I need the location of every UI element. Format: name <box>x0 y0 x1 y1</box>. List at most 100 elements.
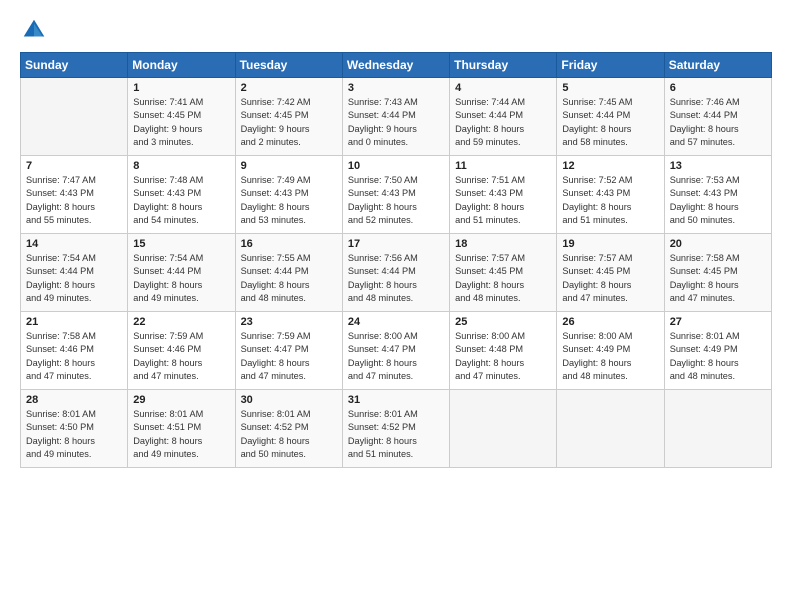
day-number: 12 <box>562 160 658 172</box>
col-header-wednesday: Wednesday <box>342 53 449 78</box>
cell-info: Sunrise: 7:48 AMSunset: 4:43 PMDaylight:… <box>133 174 229 227</box>
day-cell: 6Sunrise: 7:46 AMSunset: 4:44 PMDaylight… <box>664 78 771 156</box>
day-cell: 24 Sunrise: 8:00 AMSunset: 4:47 PMDayligh… <box>342 312 449 390</box>
cell-info: Sunrise: 7:59 AMSunset: 4:46 PMDaylight:… <box>133 330 229 383</box>
cell-info: Sunrise: 7:55 AMSunset: 4:44 PMDaylight:… <box>241 252 337 305</box>
day-number: 7 <box>26 160 122 172</box>
cell-info: Sunrise: 7:56 AMSunset: 4:44 PMDaylight:… <box>348 252 444 305</box>
day-number: 19 <box>562 238 658 250</box>
day-number: 3 <box>348 82 444 94</box>
day-cell: 30Sunrise: 8:01 AMSunset: 4:52 PMDayligh… <box>235 390 342 468</box>
cell-info: Sunrise: 8:01 AMSunset: 4:49 PMDaylight:… <box>670 330 766 383</box>
day-number: 15 <box>133 238 229 250</box>
day-number: 4 <box>455 82 551 94</box>
cell-info: Sunrise: 7:59 AMSunset: 4:47 PMDaylight:… <box>241 330 337 383</box>
header-row: SundayMondayTuesdayWednesdayThursdayFrid… <box>21 53 772 78</box>
week-row-5: 28 Sunrise: 8:01 AMSunset: 4:50 PMDayligh… <box>21 390 772 468</box>
week-row-4: 21 Sunrise: 7:58 AMSunset: 4:46 PMDayligh… <box>21 312 772 390</box>
week-row-1: 1 Sunrise: 7:41 AMSunset: 4:45 PMDaylight… <box>21 78 772 156</box>
day-number: 27 <box>670 316 766 328</box>
day-cell <box>664 390 771 468</box>
col-header-sunday: Sunday <box>21 53 128 78</box>
cell-info: Sunrise: 8:01 AMSunset: 4:50 PMDaylight:… <box>26 408 122 461</box>
header <box>20 16 772 44</box>
day-number: 17 <box>348 238 444 250</box>
day-cell: 11 Sunrise: 7:51 AMSunset: 4:43 PMDayligh… <box>450 156 557 234</box>
cell-info: Sunrise: 7:49 AMSunset: 4:43 PMDaylight:… <box>241 174 337 227</box>
day-number: 10 <box>348 160 444 172</box>
cell-info: Sunrise: 7:42 AMSunset: 4:45 PMDaylight:… <box>241 96 337 149</box>
day-number: 22 <box>133 316 229 328</box>
day-cell: 8 Sunrise: 7:48 AMSunset: 4:43 PMDaylight… <box>128 156 235 234</box>
day-cell: 20Sunrise: 7:58 AMSunset: 4:45 PMDayligh… <box>664 234 771 312</box>
day-cell: 29 Sunrise: 8:01 AMSunset: 4:51 PMDayligh… <box>128 390 235 468</box>
day-cell: 10 Sunrise: 7:50 AMSunset: 4:43 PMDayligh… <box>342 156 449 234</box>
day-number: 26 <box>562 316 658 328</box>
cell-info: Sunrise: 7:57 AMSunset: 4:45 PMDaylight:… <box>455 252 551 305</box>
day-cell: 27 Sunrise: 8:01 AMSunset: 4:49 PMDayligh… <box>664 312 771 390</box>
cell-info: Sunrise: 7:51 AMSunset: 4:43 PMDaylight:… <box>455 174 551 227</box>
cell-info: Sunrise: 7:44 AMSunset: 4:44 PMDaylight:… <box>455 96 551 149</box>
cell-info: Sunrise: 7:52 AMSunset: 4:43 PMDaylight:… <box>562 174 658 227</box>
day-number: 24 <box>348 316 444 328</box>
cell-info: Sunrise: 7:53 AMSunset: 4:43 PMDaylight:… <box>670 174 766 227</box>
day-number: 14 <box>26 238 122 250</box>
day-cell: 31 Sunrise: 8:01 AMSunset: 4:52 PMDayligh… <box>342 390 449 468</box>
col-header-thursday: Thursday <box>450 53 557 78</box>
day-cell: 7 Sunrise: 7:47 AMSunset: 4:43 PMDaylight… <box>21 156 128 234</box>
cell-info: Sunrise: 7:43 AMSunset: 4:44 PMDaylight:… <box>348 96 444 149</box>
col-header-monday: Monday <box>128 53 235 78</box>
day-number: 2 <box>241 82 337 94</box>
calendar-table: SundayMondayTuesdayWednesdayThursdayFrid… <box>20 52 772 468</box>
day-number: 16 <box>241 238 337 250</box>
day-cell: 3 Sunrise: 7:43 AMSunset: 4:44 PMDaylight… <box>342 78 449 156</box>
logo <box>20 16 52 44</box>
day-cell: 18 Sunrise: 7:57 AMSunset: 4:45 PMDayligh… <box>450 234 557 312</box>
cell-info: Sunrise: 7:41 AMSunset: 4:45 PMDaylight:… <box>133 96 229 149</box>
day-number: 28 <box>26 394 122 406</box>
cell-info: Sunrise: 7:54 AMSunset: 4:44 PMDaylight:… <box>133 252 229 305</box>
day-number: 18 <box>455 238 551 250</box>
day-number: 1 <box>133 82 229 94</box>
day-cell: 2 Sunrise: 7:42 AMSunset: 4:45 PMDaylight… <box>235 78 342 156</box>
day-cell: 16 Sunrise: 7:55 AMSunset: 4:44 PMDayligh… <box>235 234 342 312</box>
cell-info: Sunrise: 7:54 AMSunset: 4:44 PMDaylight:… <box>26 252 122 305</box>
cell-info: Sunrise: 8:00 AMSunset: 4:47 PMDaylight:… <box>348 330 444 383</box>
cell-info: Sunrise: 8:00 AMSunset: 4:49 PMDaylight:… <box>562 330 658 383</box>
day-number: 13 <box>670 160 766 172</box>
day-cell <box>450 390 557 468</box>
day-number: 29 <box>133 394 229 406</box>
day-number: 21 <box>26 316 122 328</box>
day-number: 8 <box>133 160 229 172</box>
cell-info: Sunrise: 7:58 AMSunset: 4:46 PMDaylight:… <box>26 330 122 383</box>
day-number: 25 <box>455 316 551 328</box>
day-number: 23 <box>241 316 337 328</box>
cell-info: Sunrise: 7:57 AMSunset: 4:45 PMDaylight:… <box>562 252 658 305</box>
day-cell: 21 Sunrise: 7:58 AMSunset: 4:46 PMDayligh… <box>21 312 128 390</box>
col-header-friday: Friday <box>557 53 664 78</box>
day-number: 11 <box>455 160 551 172</box>
cell-info: Sunrise: 7:58 AMSunset: 4:45 PMDaylight:… <box>670 252 766 305</box>
cell-info: Sunrise: 7:45 AMSunset: 4:44 PMDaylight:… <box>562 96 658 149</box>
day-cell: 9Sunrise: 7:49 AMSunset: 4:43 PMDaylight… <box>235 156 342 234</box>
day-cell: 26 Sunrise: 8:00 AMSunset: 4:49 PMDayligh… <box>557 312 664 390</box>
day-cell: 25 Sunrise: 8:00 AMSunset: 4:48 PMDayligh… <box>450 312 557 390</box>
day-cell: 12 Sunrise: 7:52 AMSunset: 4:43 PMDayligh… <box>557 156 664 234</box>
day-cell: 17 Sunrise: 7:56 AMSunset: 4:44 PMDayligh… <box>342 234 449 312</box>
week-row-3: 14 Sunrise: 7:54 AMSunset: 4:44 PMDayligh… <box>21 234 772 312</box>
cell-info: Sunrise: 8:00 AMSunset: 4:48 PMDaylight:… <box>455 330 551 383</box>
day-cell <box>557 390 664 468</box>
day-cell: 19 Sunrise: 7:57 AMSunset: 4:45 PMDayligh… <box>557 234 664 312</box>
day-cell: 28 Sunrise: 8:01 AMSunset: 4:50 PMDayligh… <box>21 390 128 468</box>
day-cell: 1 Sunrise: 7:41 AMSunset: 4:45 PMDaylight… <box>128 78 235 156</box>
day-cell <box>21 78 128 156</box>
day-number: 6 <box>670 82 766 94</box>
cell-info: Sunrise: 8:01 AMSunset: 4:52 PMDaylight:… <box>348 408 444 461</box>
col-header-tuesday: Tuesday <box>235 53 342 78</box>
cell-info: Sunrise: 8:01 AMSunset: 4:51 PMDaylight:… <box>133 408 229 461</box>
day-number: 31 <box>348 394 444 406</box>
day-cell: 4 Sunrise: 7:44 AMSunset: 4:44 PMDaylight… <box>450 78 557 156</box>
day-cell: 23 Sunrise: 7:59 AMSunset: 4:47 PMDayligh… <box>235 312 342 390</box>
cell-info: Sunrise: 7:47 AMSunset: 4:43 PMDaylight:… <box>26 174 122 227</box>
cell-info: Sunrise: 7:50 AMSunset: 4:43 PMDaylight:… <box>348 174 444 227</box>
